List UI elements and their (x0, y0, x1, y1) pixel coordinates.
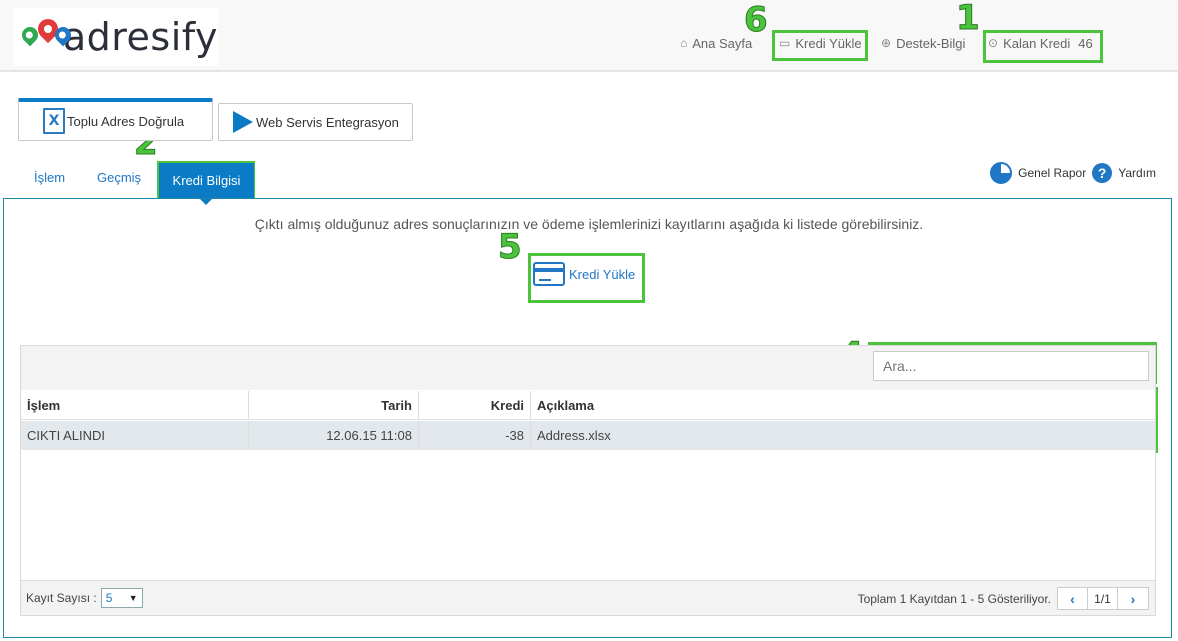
annotation-number-1: 1 (956, 0, 981, 38)
toplu-adres-dogrula-button[interactable]: X Toplu Adres Doğrula (18, 98, 213, 141)
records-grid (20, 345, 1156, 616)
credit-card-icon (533, 262, 565, 286)
logo-text: adresify (62, 15, 218, 59)
prev-page-button[interactable]: ‹ (1058, 588, 1088, 609)
column-header-tarih[interactable]: Tarih (249, 391, 419, 419)
kredi-yukle-link[interactable]: Kredi Yükle (533, 262, 635, 286)
excel-file-icon: X (43, 108, 65, 134)
annotation-box-1 (983, 30, 1103, 63)
web-servis-button[interactable]: Web Servis Entegrasyon (218, 103, 413, 141)
grid-footer: Kayıt Sayısı : 5 ▼ Toplam 1 Kayıtdan 1 -… (21, 580, 1155, 615)
pagination-summary: Toplam 1 Kayıtdan 1 - 5 Gösteriliyor. (857, 592, 1051, 606)
column-header-kredi[interactable]: Kredi (419, 391, 531, 419)
annotation-number-6: 6 (744, 0, 769, 40)
report-links: Genel Rapor ? Yardım (990, 162, 1156, 184)
logo[interactable]: adresify (14, 8, 218, 66)
cell-aciklama: Address.xlsx (537, 428, 611, 443)
help-icon[interactable]: ? (1092, 163, 1113, 183)
tab-kredi-bilgisi[interactable]: Kredi Bilgisi (159, 163, 254, 205)
nav-home[interactable]: ⌂ Ana Sayfa (680, 32, 752, 54)
tab-islem[interactable]: İşlem (34, 170, 65, 185)
home-icon: ⌂ (680, 36, 688, 50)
kayit-sayisi-label: Kayıt Sayısı : (26, 591, 97, 605)
column-header-aciklama[interactable]: Açıklama (531, 391, 1155, 419)
play-icon (233, 111, 253, 133)
table-header: İşlem Tarih Kredi Açıklama (21, 391, 1155, 420)
page-indicator: 1/1 (1088, 588, 1118, 609)
cell-islem: CIKTI ALINDI (21, 421, 249, 450)
info-text: Çıktı almış olduğunuz adres sonuçlarınız… (254, 216, 924, 232)
pager: ‹ 1/1 › (1057, 587, 1149, 610)
nav-destek-bilgi[interactable]: ⊕ Destek-Bilgi (881, 32, 965, 54)
column-header-islem[interactable]: İşlem (21, 391, 249, 419)
yardim-link[interactable]: Yardım (1118, 166, 1156, 180)
cell-tarih: 12.06.15 11:08 (249, 421, 419, 450)
lifebuoy-icon: ⊕ (881, 36, 892, 50)
caret-down-icon: ▼ (128, 593, 138, 603)
genel-rapor-link[interactable]: Genel Rapor (1018, 166, 1086, 180)
page-size-select[interactable]: 5 ▼ (100, 588, 143, 608)
next-page-button[interactable]: › (1118, 588, 1148, 609)
tab-gecmis[interactable]: Geçmiş (97, 170, 141, 185)
annotation-box-6 (772, 30, 868, 61)
cell-kredi: -38 (419, 421, 531, 450)
search-input[interactable] (873, 351, 1149, 381)
map-pins-icon (18, 14, 75, 57)
pie-chart-icon[interactable] (990, 162, 1013, 184)
table-row[interactable]: CIKTI ALINDI 12.06.15 11:08 -38 Address.… (21, 421, 1155, 450)
